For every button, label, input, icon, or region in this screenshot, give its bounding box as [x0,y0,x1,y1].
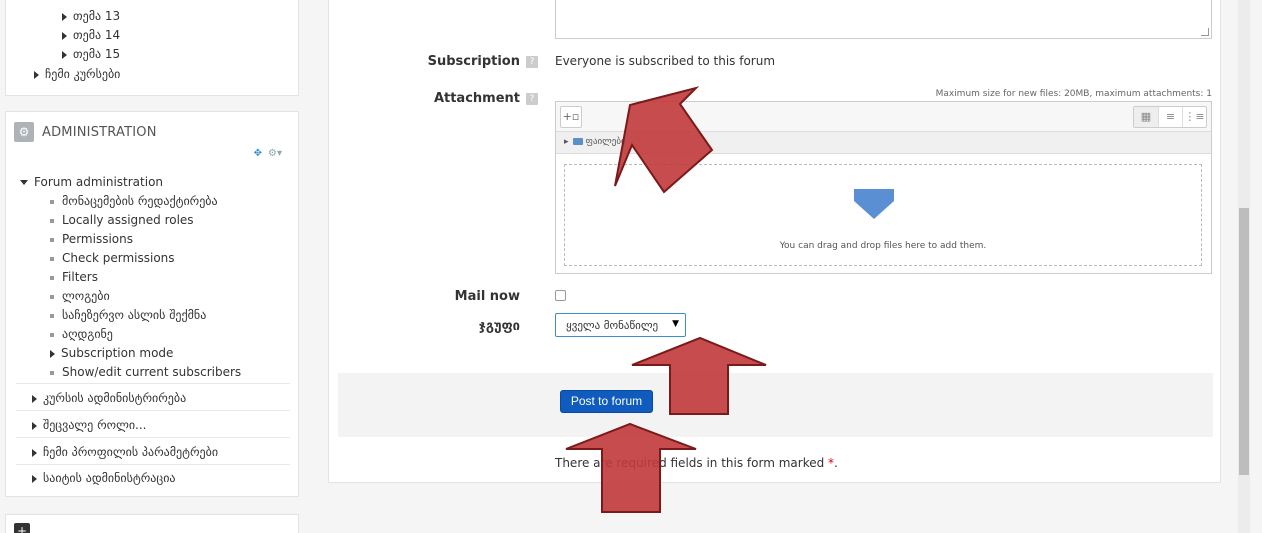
help-icon[interactable]: ? [526,93,538,105]
divider [16,437,290,438]
admin-item-permissions[interactable]: Permissions [50,232,133,246]
administration-block: ⚙ ADMINISTRATION ✥ ⚙▾ Forum administrati… [5,111,299,497]
administration-header: ⚙ ADMINISTRATION [14,122,157,142]
admin-item-show-subscribers[interactable]: Show/edit current subscribers [50,365,241,379]
max-size-note: Maximum size for new files: 20MB, maximu… [935,89,1212,99]
post-to-forum-button[interactable]: Post to forum [560,390,653,413]
group-select[interactable]: ყველა მონაწილე ▼ [555,313,686,337]
path-folder[interactable]: ფაილები [586,137,626,147]
bullet-icon [50,294,54,299]
bullet-icon [50,332,54,337]
expand-icon [50,349,55,358]
expand-icon [62,50,67,59]
admin-item-subscription-mode[interactable]: Subscription mode [50,346,173,360]
divider [16,410,290,411]
help-icon[interactable]: ? [526,56,538,68]
expand-icon [32,421,37,430]
tree-view-icon[interactable]: ⋮≡ [1182,107,1206,127]
next-block: + [5,514,299,533]
bullet-icon [50,256,54,261]
divider [16,464,290,465]
file-path-bar: ▸ ფაილები [556,132,1211,154]
admin-item-backup[interactable]: საჩეზერვო ასლის შექმნა [50,308,206,322]
file-manager-toolbar: +▫ ▦ ≡ ⋮≡ [556,102,1211,132]
admin-item-restore[interactable]: აღდგინე [50,327,113,341]
mail-now-label: Mail now [454,289,520,304]
resize-handle[interactable] [1201,28,1209,36]
forum-post-form: Subscription ? Everyone is subscribed to… [328,0,1221,483]
attachment-label: Attachment [433,91,520,106]
expand-icon [32,474,37,483]
admin-section-course[interactable]: კურსის ადმინისტრირება [32,391,186,405]
admin-item-edit-settings[interactable]: მონაცემების რედაქტირება [50,194,218,208]
expand-icon [32,448,37,457]
bullet-icon [50,275,54,280]
form-action-bar [338,373,1213,437]
mail-now-checkbox[interactable] [555,290,566,301]
bullet-icon [50,370,54,375]
block-controls: ✥ ⚙▾ [254,148,282,159]
collapse-icon [20,180,28,185]
expand-icon [34,70,39,79]
subscription-value: Everyone is subscribed to this forum [555,54,776,68]
group-label: ჯგუფი [478,319,520,334]
bullet-icon [50,237,54,242]
nav-item-topic-13[interactable]: თემა 13 [62,9,120,23]
admin-item-filters[interactable]: Filters [50,270,98,284]
admin-section-switch-role[interactable]: შეცვალე როლი... [32,418,147,432]
required-fields-note: There are required fields in this form m… [555,456,838,470]
nav-item-topic-14[interactable]: თემა 14 [62,28,120,42]
forum-administration-node[interactable]: Forum administration [20,175,163,189]
subscription-label: Subscription [427,54,520,69]
chevron-down-icon: ▼ [672,319,679,329]
divider [16,383,290,384]
group-selected-value: ყველა მონაწილე [566,319,659,332]
admin-item-check-permissions[interactable]: Check permissions [50,251,175,265]
navigation-block: თემა 13 თემა 14 თემა 15 ჩემი კურსები [5,0,299,96]
grid-view-icon[interactable]: ▦ [1134,107,1158,127]
scrollbar-thumb[interactable] [1239,208,1249,475]
path-expand-icon[interactable]: ▸ [564,137,569,147]
gear-icon: ⚙ [14,122,34,142]
admin-section-profile-settings[interactable]: ჩემი პროფილის პარამეტრები [32,445,218,459]
bullet-icon [50,218,54,223]
settings-menu-icon[interactable]: ⚙▾ [268,148,282,159]
bullet-icon [50,199,54,204]
folder-icon [572,138,583,145]
drop-zone-text: You can drag and drop files here to add … [779,241,987,251]
plus-icon[interactable]: + [14,523,30,533]
admin-item-local-roles[interactable]: Locally assigned roles [50,213,194,227]
admin-section-site-administration[interactable]: საიტის ადმინისტრაცია [32,471,176,485]
expand-icon [62,31,67,40]
expand-icon [32,394,37,403]
administration-title: ADMINISTRATION [42,124,157,140]
add-file-icon[interactable]: +▫ [560,106,582,128]
nav-item-my-courses[interactable]: ჩემი კურსები [34,67,120,81]
drop-zone[interactable]: You can drag and drop files here to add … [564,164,1202,266]
view-switcher: ▦ ≡ ⋮≡ [1133,106,1207,128]
bullet-icon [50,313,54,318]
file-manager: +▫ ▦ ≡ ⋮≡ ▸ ფაილები You can drag and drop… [555,101,1212,274]
expand-icon [62,12,67,21]
page-scrollbar[interactable] [1238,0,1250,533]
message-textarea[interactable] [555,0,1212,39]
nav-item-topic-15[interactable]: თემა 15 [62,47,120,61]
down-arrow-icon [854,189,894,219]
move-icon[interactable]: ✥ [254,148,262,159]
list-view-icon[interactable]: ≡ [1158,107,1182,127]
admin-item-logs[interactable]: ლოგები [50,289,110,303]
